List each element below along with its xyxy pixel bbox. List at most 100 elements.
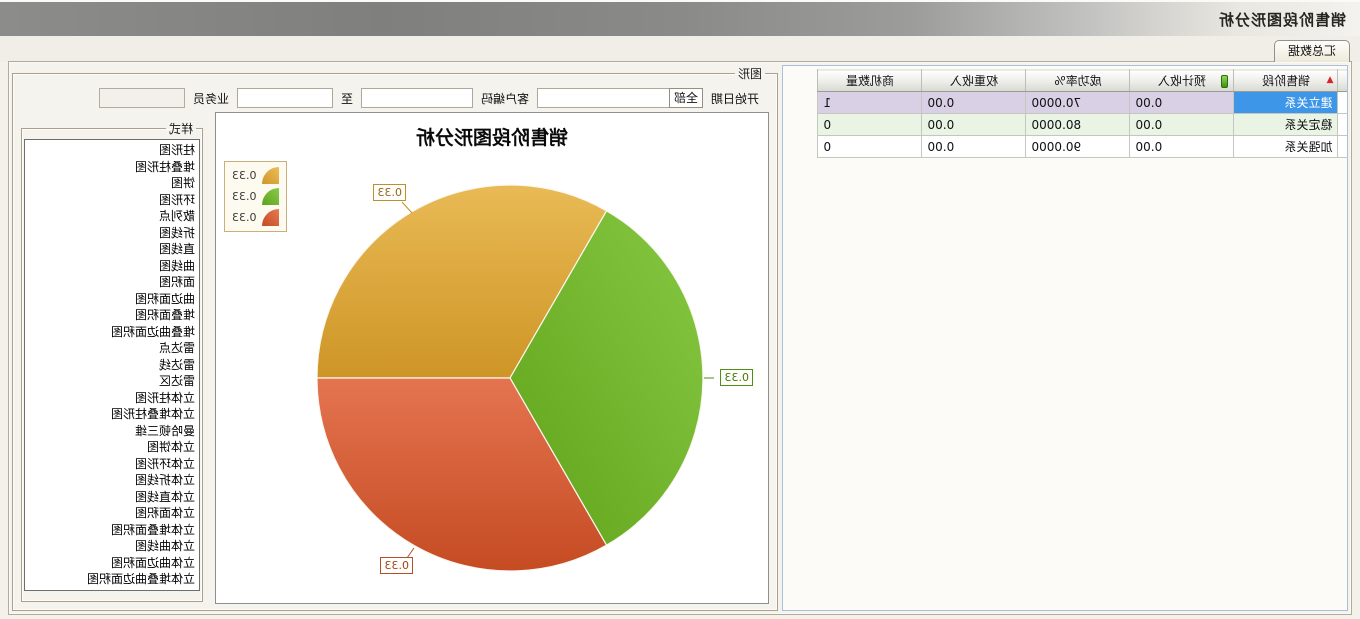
slice-label-green: 0.33 — [721, 369, 754, 386]
expected-cell[interactable]: 0.00 — [1130, 114, 1234, 136]
style-list-item[interactable]: 饼图 — [25, 175, 199, 192]
salesman-input[interactable] — [99, 88, 185, 108]
slice-label-yellow: 0.33 — [374, 184, 407, 201]
column-header-rate-label: 成功率% — [1054, 74, 1101, 88]
tab-summary-data[interactable]: 汇总数据 — [1274, 40, 1350, 62]
count-cell[interactable]: 0 — [818, 114, 922, 136]
rate-cell[interactable]: 80.0000 — [1026, 114, 1130, 136]
legend-swatch-yellow — [263, 167, 280, 184]
start-date-combo-field[interactable] — [537, 88, 669, 108]
style-list-item[interactable]: 曲边面积图 — [25, 291, 199, 308]
chart-groupbox: 图形 开始日期 全部 客户编码 至 业务员 销售阶段图形分析 — [12, 65, 778, 611]
style-list-item[interactable]: 雷达线 — [25, 357, 199, 374]
row-indicator-cell — [1338, 114, 1347, 136]
table-row[interactable]: 建立关系 0.00 70.0000 0.00 1 — [818, 92, 1347, 114]
legend-value: 0.33 — [232, 169, 257, 182]
pie-chart — [215, 113, 768, 603]
to-label: 至 — [341, 90, 353, 107]
legend-value: 0.33 — [232, 190, 257, 203]
stage-cell-selected[interactable]: 建立关系 — [1234, 92, 1338, 114]
start-date-combo-value[interactable]: 全部 — [669, 88, 703, 108]
style-list-item[interactable]: 雷达点 — [25, 340, 199, 357]
title-banner: 销售阶段图形分析 — [0, 0, 1360, 36]
style-list-item[interactable]: 立体曲边面积图 — [25, 555, 199, 572]
chart-groupbox-label: 图形 — [735, 65, 765, 82]
style-groupbox: 样式 柱形图 堆叠柱形图 饼图 环形图 散列点 折线图 直线图 曲线图 面积图 … — [21, 120, 203, 602]
main-frame: ▲ 销售阶段 预计收入 成功率% 权重收入 — [8, 61, 1352, 615]
chart-legend: 0.33 0.33 0.33 — [224, 161, 288, 232]
chart-style-list[interactable]: 柱形图 堆叠柱形图 饼图 环形图 散列点 折线图 直线图 曲线图 面积图 曲边面… — [24, 139, 200, 591]
column-header-expected-label: 预计收入 — [1158, 74, 1206, 88]
column-header-weighted-income[interactable]: 权重收入 — [922, 70, 1026, 92]
style-list-item[interactable]: 立体折线图 — [25, 472, 199, 489]
sort-ascending-icon: ▲ — [1327, 75, 1334, 85]
column-header-opportunity-count[interactable]: 商机数量 — [818, 70, 922, 92]
style-list-item[interactable]: 堆叠面积图 — [25, 307, 199, 324]
style-list-item[interactable]: 环形图 — [25, 192, 199, 209]
customer-code-input[interactable] — [361, 88, 473, 108]
weighted-cell[interactable]: 0.00 — [922, 136, 1026, 158]
table-header-row: ▲ 销售阶段 预计收入 成功率% 权重收入 — [818, 70, 1347, 92]
style-list-item[interactable]: 堆叠曲边面积图 — [25, 324, 199, 341]
legend-swatch-red — [263, 209, 280, 226]
green-bar-icon — [1222, 75, 1229, 88]
application-window: 销售阶段图形分析 汇总数据 ▲ 销售阶段 — [0, 0, 1360, 619]
summary-table: ▲ 销售阶段 预计收入 成功率% 权重收入 — [818, 69, 1348, 158]
rate-cell[interactable]: 70.0000 — [1026, 92, 1130, 114]
column-header-success-rate[interactable]: 成功率% — [1026, 70, 1130, 92]
slice-label-red: 0.33 — [381, 557, 414, 574]
style-list-item[interactable]: 雷达区 — [25, 373, 199, 390]
count-cell[interactable]: 1 — [818, 92, 922, 114]
tab-strip: 汇总数据 — [0, 36, 1360, 62]
row-indicator-header — [1338, 70, 1347, 92]
style-list-item[interactable]: 立体直线图 — [25, 489, 199, 506]
chart-canvas: 销售阶段图形分析 — [215, 112, 769, 604]
style-list-item[interactable]: 折线图 — [25, 225, 199, 242]
style-list-item[interactable]: 立体曲线图 — [25, 538, 199, 555]
row-indicator-cell — [1338, 92, 1347, 114]
filter-form-row: 开始日期 全部 客户编码 至 业务员 — [23, 86, 759, 110]
column-header-stage-label: 销售阶段 — [1262, 74, 1310, 88]
table-row[interactable]: 加强关系 0.00 90.0000 0.00 0 — [818, 136, 1347, 158]
customer-code-label: 客户编码 — [481, 90, 529, 107]
row-indicator-cell — [1338, 136, 1347, 158]
customer-code-to-input[interactable] — [237, 88, 333, 108]
style-list-item[interactable]: 曲线图 — [25, 258, 199, 275]
start-date-combo[interactable]: 全部 — [537, 88, 703, 108]
style-list-item[interactable]: 面积图 — [25, 274, 199, 291]
legend-swatch-green — [263, 188, 280, 205]
style-list-item[interactable]: 立体环形图 — [25, 456, 199, 473]
summary-table-panel: ▲ 销售阶段 预计收入 成功率% 权重收入 — [782, 65, 1348, 611]
column-header-expected-income[interactable]: 预计收入 — [1130, 70, 1234, 92]
expected-cell[interactable]: 0.00 — [1130, 92, 1234, 114]
salesman-label: 业务员 — [193, 90, 229, 107]
style-list-item[interactable]: 堆叠柱形图 — [25, 159, 199, 176]
style-list-item[interactable]: 柱形图 — [25, 142, 199, 159]
count-cell[interactable]: 0 — [818, 136, 922, 158]
start-date-label: 开始日期 — [711, 90, 759, 107]
style-list-item[interactable]: 立体堆叠曲边面积图 — [25, 571, 199, 588]
window-title: 销售阶段图形分析 — [1218, 9, 1346, 30]
style-list-item[interactable]: 立体饼图 — [25, 439, 199, 456]
stage-cell[interactable]: 加强关系 — [1234, 136, 1338, 158]
expected-cell[interactable]: 0.00 — [1130, 136, 1234, 158]
style-list-item[interactable]: 立体堆叠面积图 — [25, 522, 199, 539]
table-row[interactable]: 稳定关系 0.00 80.0000 0.00 0 — [818, 114, 1347, 136]
style-list-item[interactable]: 直线图 — [25, 241, 199, 258]
column-header-weighted-label: 权重收入 — [950, 74, 998, 88]
chart-body: 销售阶段图形分析 — [21, 112, 769, 604]
legend-row: 0.33 — [232, 167, 280, 184]
column-header-stage[interactable]: ▲ 销售阶段 — [1234, 70, 1338, 92]
weighted-cell[interactable]: 0.00 — [922, 114, 1026, 136]
rate-cell[interactable]: 90.0000 — [1026, 136, 1130, 158]
legend-row: 0.33 — [232, 188, 280, 205]
style-list-item[interactable]: 立体堆叠柱形图 — [25, 406, 199, 423]
weighted-cell[interactable]: 0.00 — [922, 92, 1026, 114]
style-list-item[interactable]: 立体面积图 — [25, 505, 199, 522]
legend-value: 0.33 — [232, 211, 257, 224]
style-list-item[interactable]: 散列点 — [25, 208, 199, 225]
style-list-item[interactable]: 立体柱形图 — [25, 390, 199, 407]
stage-cell[interactable]: 稳定关系 — [1234, 114, 1338, 136]
style-groupbox-label: 样式 — [166, 120, 196, 137]
style-list-item[interactable]: 曼哈顿三维 — [25, 423, 199, 440]
